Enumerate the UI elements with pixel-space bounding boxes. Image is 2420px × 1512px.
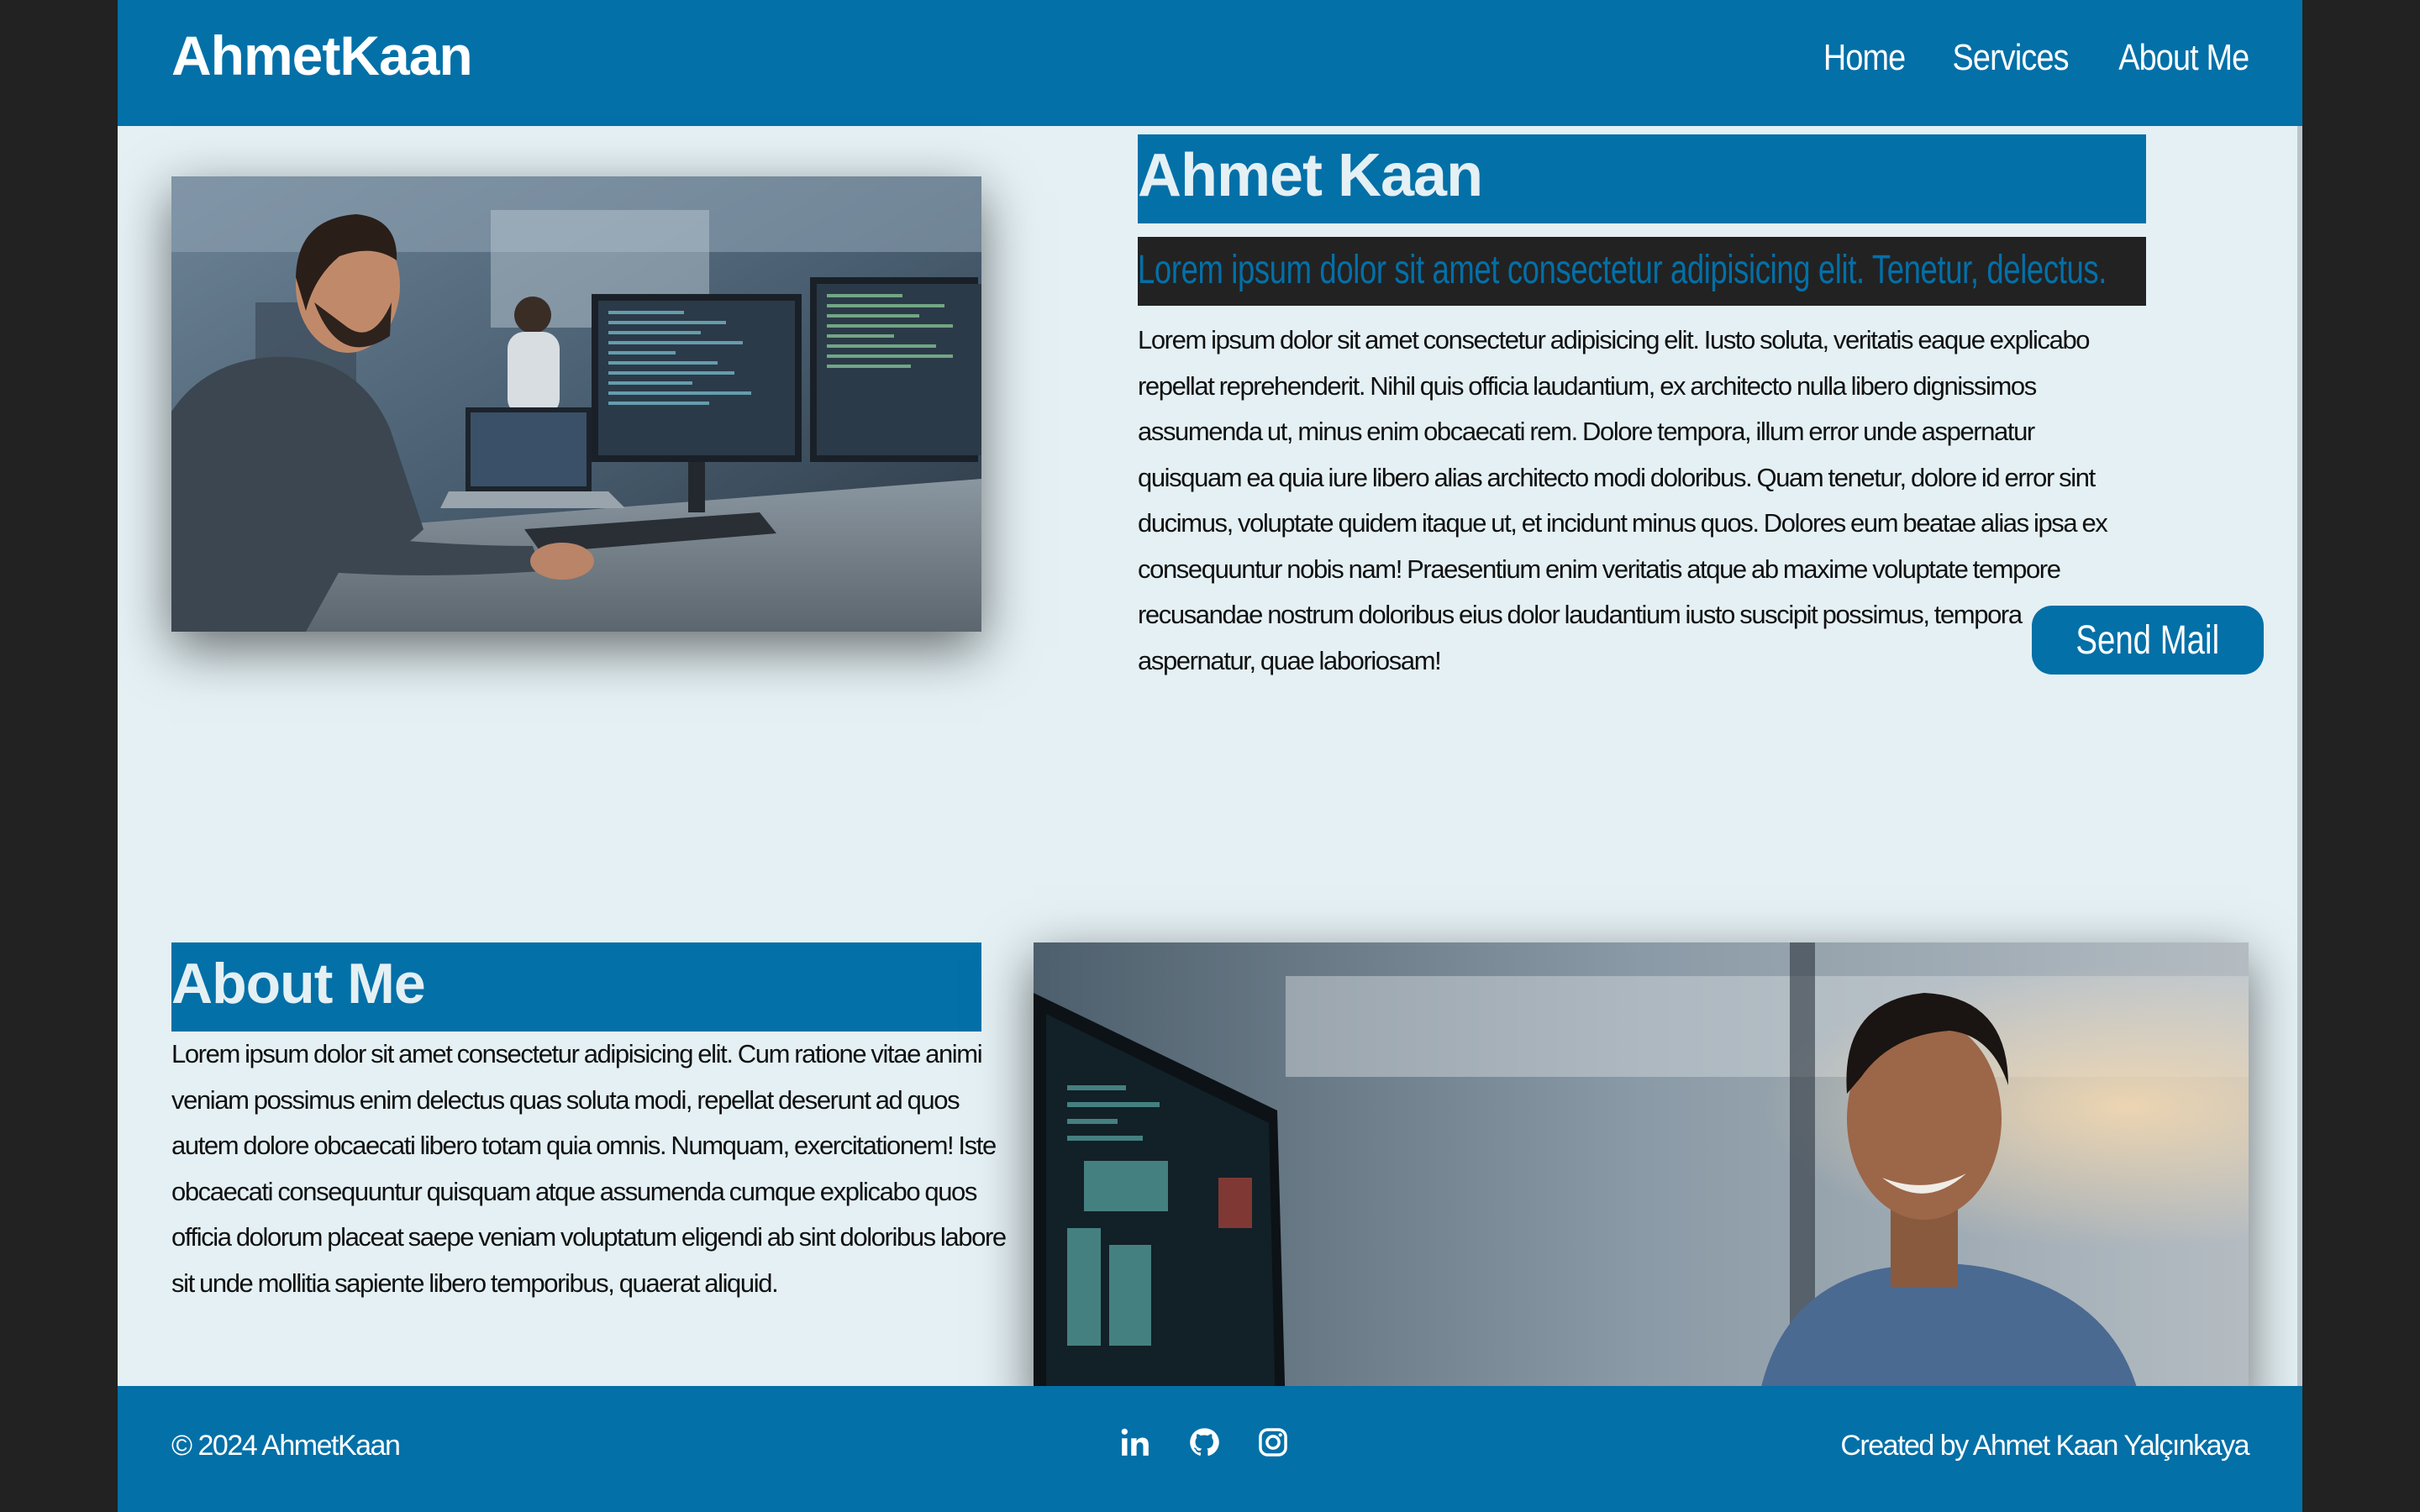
hero-photo xyxy=(171,176,981,632)
page: AhmetKaan Home Services About Me Ahmet K… xyxy=(118,0,2302,1512)
nav-home[interactable]: Home xyxy=(1823,37,1905,79)
credit-text: Created by Ahmet Kaan Yalçınkaya xyxy=(1840,1430,2249,1462)
about-photo xyxy=(1034,942,2249,1413)
github-icon[interactable] xyxy=(1188,1426,1220,1458)
nav-about-me[interactable]: About Me xyxy=(2118,37,2249,79)
copyright-text: © 2024 AhmetKaan xyxy=(171,1430,401,1462)
about-description: Lorem ipsum dolor sit amet consectetur a… xyxy=(171,1039,1007,1298)
instagram-icon[interactable] xyxy=(1257,1426,1289,1458)
hero-description: Lorem ipsum dolor sit amet consectetur a… xyxy=(1138,325,2108,675)
nav-services[interactable]: Services xyxy=(1952,37,2069,79)
about-title: About Me xyxy=(171,952,426,1016)
about-title-bar: About Me xyxy=(171,942,981,1032)
main-nav: Home Services About Me xyxy=(1810,37,2249,79)
social-links xyxy=(1119,1426,1289,1458)
scrollbar[interactable] xyxy=(2297,126,2302,1386)
brand-logo[interactable]: AhmetKaan xyxy=(171,24,473,87)
site-footer: © 2024 AhmetKaan Created by Ahmet Kaan Y… xyxy=(118,1386,2302,1512)
site-header: AhmetKaan Home Services About Me xyxy=(118,0,2302,126)
hero-subtitle: Lorem ipsum dolor sit amet consectetur a… xyxy=(1138,248,2107,292)
hero-name-bar: Ahmet Kaan xyxy=(1138,134,2146,223)
hero-name: Ahmet Kaan xyxy=(1138,142,1483,209)
send-mail-label: Send Mail xyxy=(2075,617,2220,663)
linkedin-icon[interactable] xyxy=(1119,1426,1151,1458)
send-mail-button[interactable]: Send Mail xyxy=(2032,606,2264,675)
hero-subtitle-bar: Lorem ipsum dolor sit amet consectetur a… xyxy=(1138,237,2146,306)
